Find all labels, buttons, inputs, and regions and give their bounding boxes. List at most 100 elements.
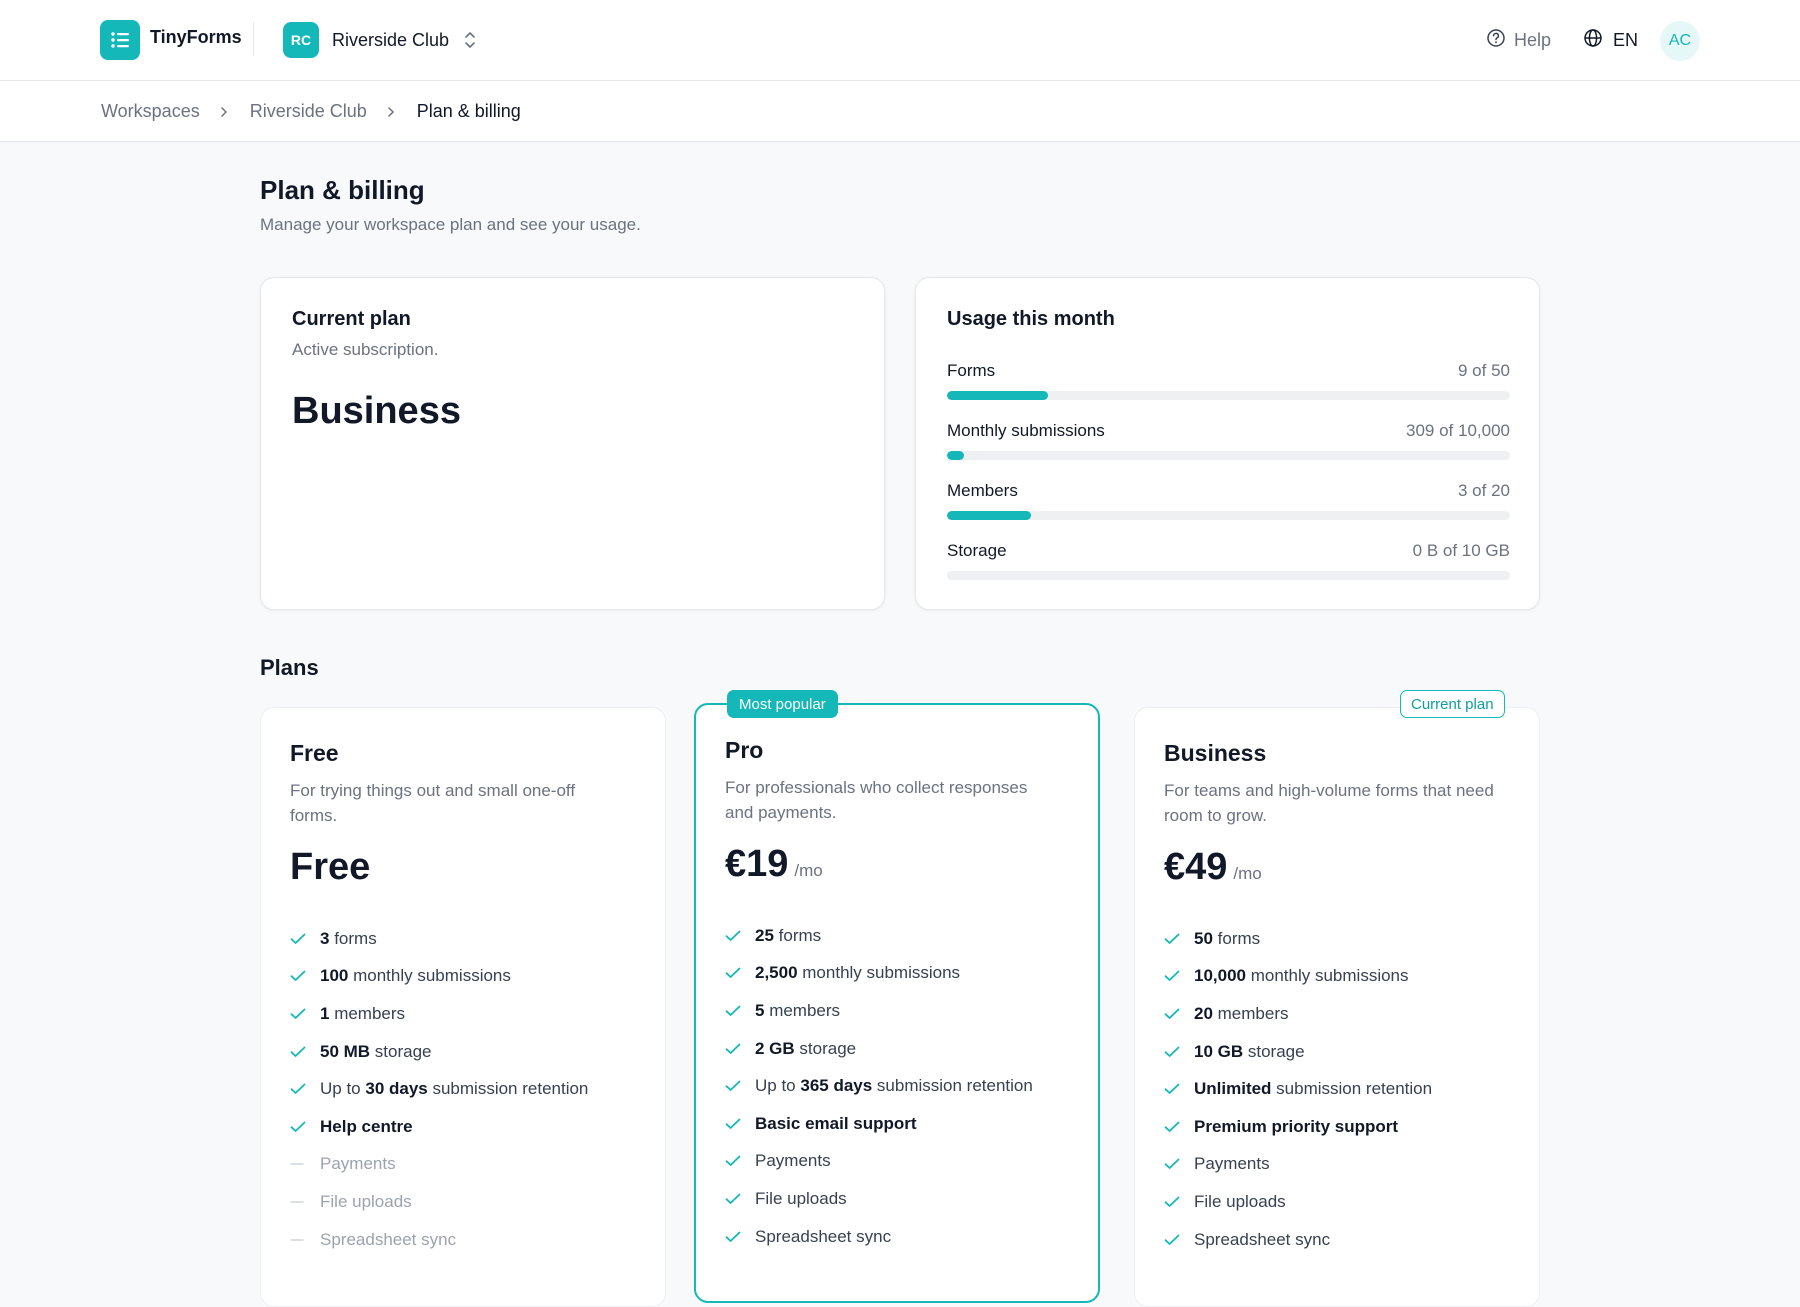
feature-text-post: members (764, 1000, 841, 1020)
current-plan-card: Current plan Active subscription. Busine… (260, 277, 885, 610)
check-icon (725, 1118, 755, 1130)
usage-row-submissions: Monthly submissions 309 of 10,000 (947, 421, 1510, 461)
plan-feature: Premium priority support (1164, 1108, 1432, 1146)
check-icon (1164, 1121, 1194, 1133)
breadcrumb-current: Plan & billing (416, 101, 521, 121)
plan-description: For teams and high-volume forms that nee… (1164, 781, 1494, 825)
plan-description: For trying things out and small one-off … (290, 781, 576, 825)
plan-feature-text: Premium priority support (1194, 1117, 1398, 1137)
check-icon (1164, 1046, 1194, 1058)
plan-feature: Up to 30 days submission retention (290, 1070, 588, 1108)
usage-progress-fill (947, 451, 965, 460)
feature-text-post: members (1212, 1003, 1289, 1023)
feature-text-pre: Payments (1194, 1154, 1270, 1174)
plan-price: €19 /mo (725, 843, 823, 886)
plan-price-amount: €19 (725, 843, 789, 885)
top-nav: TinyForms RC Riverside Club Help EN AC (0, 0, 1800, 81)
plan-feature: File uploads (290, 1183, 588, 1221)
plan-feature-text: 3 forms (320, 929, 377, 949)
plan-card-pro[interactable]: Pro For professionals who collect respon… (694, 703, 1100, 1303)
breadcrumb-workspace[interactable]: Riverside Club (250, 101, 367, 122)
feature-text-value: 365 days (800, 1076, 873, 1096)
plan-price-period: /mo (794, 861, 823, 880)
usage-label: Storage (947, 541, 1007, 560)
plan-feature-text: File uploads (1194, 1192, 1286, 1212)
usage-row-forms: Forms 9 of 50 (947, 361, 1510, 401)
breadcrumb-bar: Workspaces Riverside Club Plan & billing (0, 81, 1800, 142)
plan-feature-text: Payments (320, 1154, 396, 1174)
language-label: EN (1613, 30, 1639, 50)
dash-icon (290, 1200, 320, 1204)
feature-text-value: 2 GB (755, 1038, 795, 1058)
plan-feature-list: 3 forms 100 monthly submissions 1 members 5… (290, 920, 588, 1258)
plan-feature: Unlimited submission retention (1164, 1070, 1432, 1108)
plan-feature: File uploads (1164, 1183, 1432, 1221)
breadcrumb-workspaces[interactable]: Workspaces (101, 101, 200, 122)
check-icon (725, 1005, 755, 1017)
plan-feature: 2,500 monthly submissions (725, 955, 1033, 993)
help-label: Help (1514, 30, 1552, 50)
plan-feature: 2 GB storage (725, 1030, 1033, 1068)
breadcrumb: Workspaces Riverside Club Plan & billing (101, 101, 521, 122)
check-icon (725, 1231, 755, 1243)
current-plan-badge: Current plan (1400, 690, 1505, 718)
feature-text-pre: Up to (755, 1076, 801, 1096)
usage-progress-track (947, 391, 1510, 400)
plan-feature-text: 50 MB storage (320, 1042, 432, 1062)
workspace-badge[interactable]: RC (283, 22, 319, 58)
help-link[interactable]: Help (1486, 28, 1551, 53)
plan-feature-text: Payments (755, 1151, 831, 1171)
feature-text-post: forms (773, 925, 822, 945)
workspace-name[interactable]: Riverside Club (332, 30, 449, 51)
usage-card: Usage this month Forms 9 of 50 Monthly s… (915, 277, 1540, 610)
plan-feature-text: 10 GB storage (1194, 1042, 1305, 1062)
check-icon (725, 1155, 755, 1167)
plan-feature: 1 members (290, 995, 588, 1033)
check-icon (725, 1193, 755, 1205)
plan-feature: 100 monthly submissions (290, 958, 588, 996)
chevron-right-icon (220, 105, 230, 119)
feature-text-post: storage (794, 1038, 857, 1058)
page-title: Plan & billing (260, 175, 425, 205)
feature-text-post: submission retention (1271, 1079, 1433, 1099)
list-icon[interactable] (100, 20, 140, 60)
plan-feature: 20 members (1164, 995, 1432, 1033)
feature-text-post: forms (329, 928, 377, 948)
plan-feature-text: 2,500 monthly submissions (755, 963, 960, 983)
chevron-up-down-icon[interactable] (462, 28, 478, 52)
plan-feature: 10,000 monthly submissions (1164, 958, 1432, 996)
check-icon (1164, 970, 1194, 982)
check-icon (290, 970, 320, 982)
check-icon (1164, 1008, 1194, 1020)
plan-card-business[interactable]: Business For teams and high-volume forms… (1134, 707, 1540, 1307)
check-icon (290, 1008, 320, 1020)
feature-text-value: Basic email support (755, 1113, 917, 1133)
plan-feature: 3 forms (290, 920, 588, 958)
feature-text-post: members (329, 1003, 406, 1023)
plan-feature-text: 100 monthly submissions (320, 966, 511, 986)
plan-feature-text: File uploads (320, 1192, 412, 1212)
plan-feature: 5 members (725, 992, 1033, 1030)
chevron-right-icon (387, 105, 397, 119)
plan-feature-text: Help centre (320, 1117, 413, 1137)
plan-feature-text: File uploads (755, 1189, 847, 1209)
plan-feature-text: 2 GB storage (755, 1039, 856, 1059)
question-circle-icon (1486, 28, 1506, 53)
plan-feature-text: 10,000 monthly submissions (1194, 966, 1409, 986)
feature-text-pre: Spreadsheet sync (755, 1226, 892, 1246)
avatar[interactable]: AC (1660, 21, 1700, 61)
check-icon (725, 1043, 755, 1055)
plan-feature-text: 25 forms (755, 926, 821, 946)
nav-divider (253, 22, 254, 56)
plan-feature: Payments (725, 1143, 1033, 1181)
brand-name[interactable]: TinyForms (150, 27, 242, 48)
plan-feature-text: Up to 365 days submission retention (755, 1076, 1033, 1096)
usage-row-members: Members 3 of 20 (947, 481, 1510, 521)
check-icon (1164, 933, 1194, 945)
language-selector[interactable]: EN (1583, 28, 1638, 53)
usage-label: Forms (947, 361, 996, 380)
feature-text-value: 50 MB (320, 1041, 371, 1061)
usage-value: 0 B of 10 GB (1412, 541, 1510, 560)
plan-card-free[interactable]: Free For trying things out and small one… (260, 707, 666, 1307)
feature-text-pre: Payments (755, 1151, 831, 1171)
